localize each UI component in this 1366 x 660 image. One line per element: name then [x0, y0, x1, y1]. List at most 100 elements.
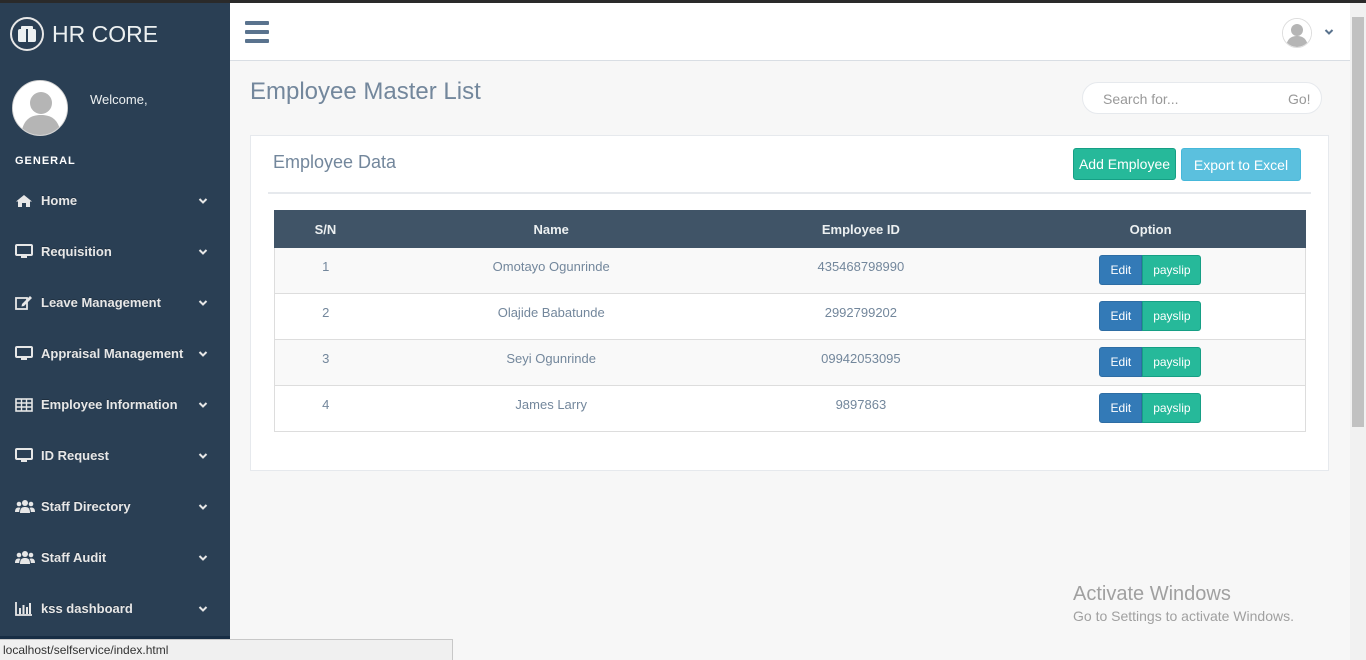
chevron-down-icon [198, 401, 208, 408]
chevron-down-icon [198, 452, 208, 459]
column-header-option[interactable]: Option [995, 210, 1306, 248]
app-title: HR CORE [52, 20, 159, 47]
cell-name: Olajide Babatunde [376, 293, 726, 340]
edit-button[interactable]: Edit [1099, 347, 1143, 377]
user-avatar[interactable] [1282, 18, 1312, 48]
sidebar-item-label: Requisition [41, 244, 112, 259]
sidebar-item-label: ID Request [41, 448, 109, 463]
chevron-down-icon [198, 350, 208, 357]
table-row: 4 James Larry 9897863 Edit payslip [274, 385, 1306, 432]
vertical-scrollbar[interactable] [1350, 3, 1366, 660]
row-actions: Edit payslip [1099, 301, 1202, 331]
scrollbar-thumb[interactable] [1352, 17, 1364, 427]
chevron-down-icon [198, 197, 208, 204]
cell-employee-id: 09942053095 [726, 339, 996, 386]
sidebar-item-kss-dashboard[interactable]: kss dashboard [0, 583, 230, 634]
search-box: Go! [1082, 82, 1322, 114]
profile-avatar [12, 80, 68, 136]
bar-chart-icon [15, 601, 35, 617]
table-row: 2 Olajide Babatunde 2992799202 Edit paysl… [274, 293, 1306, 340]
home-icon [15, 193, 35, 209]
page-title: Employee Master List [250, 78, 481, 105]
row-actions: Edit payslip [1099, 347, 1202, 377]
windows-activation-watermark: Activate Windows Go to Settings to activ… [1073, 583, 1294, 624]
chevron-down-icon [198, 503, 208, 510]
divider [268, 192, 1311, 194]
cell-employee-id: 435468798990 [726, 247, 996, 294]
sidebar-item-staff-audit[interactable]: Staff Audit [0, 532, 230, 583]
sidebar-item-leave-management[interactable]: Leave Management [0, 277, 230, 328]
edit-button[interactable]: Edit [1099, 301, 1143, 331]
sidebar-item-label: kss dashboard [41, 601, 133, 616]
employee-data-panel: Employee Data Add Employee Export to Exc… [250, 135, 1329, 471]
chevron-down-icon [198, 554, 208, 561]
sidebar-item-requisition[interactable]: Requisition [0, 226, 230, 277]
payslip-button[interactable]: payslip [1142, 301, 1202, 331]
search-input[interactable] [1101, 90, 1275, 108]
cell-sn: 4 [274, 385, 377, 432]
users-icon [15, 550, 35, 566]
search-go-button[interactable]: Go! [1288, 91, 1311, 107]
cell-option: Edit payslip [995, 293, 1306, 340]
desktop-icon [15, 448, 35, 464]
cell-employee-id: 2992799202 [726, 293, 996, 340]
sidebar-item-home[interactable]: Home [0, 175, 230, 226]
table-header-row: S/N Name Employee ID Option [274, 210, 1306, 248]
cell-option: Edit payslip [995, 385, 1306, 432]
top-navbar [230, 3, 1350, 61]
cell-option: Edit payslip [995, 339, 1306, 386]
column-header-name[interactable]: Name [375, 210, 727, 248]
row-actions: Edit payslip [1099, 255, 1202, 285]
paw-logo-icon [10, 17, 44, 51]
payslip-button[interactable]: payslip [1142, 393, 1202, 423]
sidebar-item-label: Appraisal Management [41, 346, 184, 361]
payslip-button[interactable]: payslip [1142, 255, 1202, 285]
export-to-excel-button[interactable]: Export to Excel [1181, 148, 1301, 181]
sidebar-item-label: Staff Audit [41, 550, 107, 565]
sidebar-item-id-request[interactable]: ID Request [0, 430, 230, 481]
cell-sn: 3 [274, 339, 377, 386]
chevron-down-icon[interactable] [1324, 27, 1334, 37]
watermark-title: Activate Windows [1073, 583, 1231, 605]
sidebar-item-employee-information[interactable]: Employee Information [0, 379, 230, 430]
chevron-down-icon [198, 299, 208, 306]
sidebar-item-label: Staff Directory [41, 499, 131, 514]
sidebar-item-label: Employee Information [41, 397, 178, 412]
cell-name: James Larry [376, 385, 726, 432]
add-employee-button[interactable]: Add Employee [1073, 148, 1176, 180]
column-header-employee-id[interactable]: Employee ID [725, 210, 997, 248]
edit-button[interactable]: Edit [1099, 393, 1143, 423]
welcome-text: Welcome, [90, 92, 148, 107]
column-header-sn[interactable]: S/N [274, 210, 377, 248]
sidebar-item-staff-directory[interactable]: Staff Directory [0, 481, 230, 532]
browser-status-bar: localhost/selfservice/index.html [0, 639, 453, 660]
edit-button[interactable]: Edit [1099, 255, 1143, 285]
sidebar-item-appraisal-management[interactable]: Appraisal Management [0, 328, 230, 379]
chevron-down-icon [198, 605, 208, 612]
table-row: 3 Seyi Ogunrinde 09942053095 Edit payslip [274, 339, 1306, 386]
side-menu: Home Requisition Leave Management Apprai… [0, 175, 230, 634]
watermark-subtitle: Go to Settings to activate Windows. [1073, 608, 1294, 624]
chevron-down-icon [198, 248, 208, 255]
desktop-icon [15, 346, 35, 362]
row-actions: Edit payslip [1099, 393, 1202, 423]
cell-employee-id: 9897863 [726, 385, 996, 432]
desktop-icon [15, 244, 35, 260]
cell-sn: 2 [274, 293, 377, 340]
cell-name: Seyi Ogunrinde [376, 339, 726, 386]
users-icon [15, 499, 35, 515]
brand[interactable]: HR CORE [10, 15, 158, 53]
edit-icon [15, 295, 35, 311]
cell-name: Omotayo Ogunrinde [376, 247, 726, 294]
panel-title: Employee Data [273, 152, 397, 172]
menu-section-title: GENERAL [15, 155, 76, 167]
employee-table: S/N Name Employee ID Option 1 Omotayo Og… [274, 210, 1306, 432]
table-icon [15, 397, 35, 413]
menu-toggle-icon[interactable] [245, 21, 269, 45]
sidebar-item-label: Home [41, 193, 78, 208]
payslip-button[interactable]: payslip [1142, 347, 1202, 377]
cell-sn: 1 [274, 247, 377, 294]
sidebar-item-label: Leave Management [41, 295, 161, 310]
cell-option: Edit payslip [995, 247, 1306, 294]
table-row: 1 Omotayo Ogunrinde 435468798990 Edit pay… [274, 247, 1306, 294]
